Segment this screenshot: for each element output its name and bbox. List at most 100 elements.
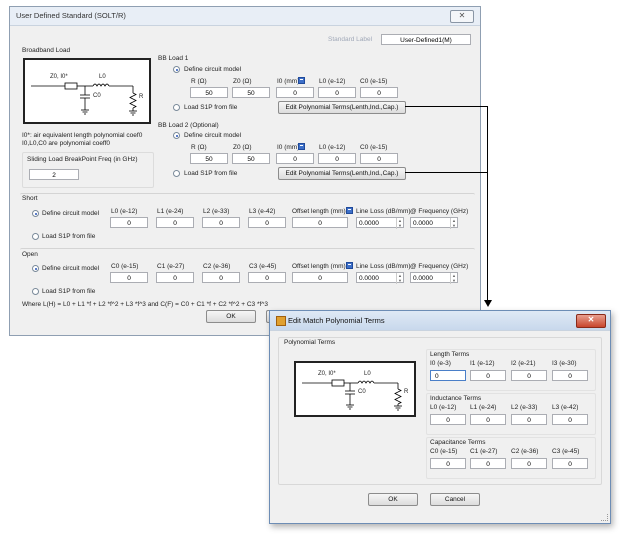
- note-i0: I0*: air equivalent length polynomial co…: [22, 132, 143, 139]
- capacitance-header-c2: C2 (e-36): [511, 448, 539, 455]
- short-l2-input[interactable]: 0: [202, 217, 240, 228]
- open-c0-input[interactable]: 0: [110, 272, 148, 283]
- length-header-i3: I3 (e-30): [552, 360, 577, 367]
- bb1-load-s1p-radio[interactable]: [173, 104, 180, 111]
- capacitance-header-c3: C3 (e-45): [552, 448, 580, 455]
- short-load-s1p-radio[interactable]: [32, 233, 39, 240]
- bb2-r-input[interactable]: 50: [190, 153, 228, 164]
- connector-line-top: [405, 106, 488, 107]
- sliding-load-label: Sliding Load BreakPoint Freq (in GHz): [27, 156, 138, 163]
- dialog-schematic-l0-label: L0: [364, 371, 371, 377]
- inductance-header-l2: L2 (e-33): [511, 404, 538, 411]
- bb1-header-z0: Z0 (Ω): [233, 78, 252, 85]
- short-l1-input[interactable]: 0: [156, 217, 194, 228]
- bb1-i0-input[interactable]: 0: [276, 87, 314, 98]
- open-loss-input[interactable]: 0.0000 ▲ ▼: [356, 272, 404, 284]
- bb2-header-i0: I0 (mm): [277, 144, 300, 151]
- bb2-edit-polynomial-button[interactable]: Edit Polynomial Terms(Lenth,Ind.,Cap.): [278, 167, 406, 180]
- inductance-header-l3: L3 (e-42): [552, 404, 579, 411]
- open-freq-input[interactable]: 0.0000 ▲ ▼: [410, 272, 458, 284]
- inductance-l2-input[interactable]: 0: [511, 414, 547, 425]
- bb2-header-l0: L0 (e-12): [319, 144, 346, 151]
- sliding-load-input[interactable]: 2: [29, 169, 79, 180]
- open-offset-input[interactable]: 0: [292, 272, 348, 283]
- bb2-calculator-icon[interactable]: [298, 143, 305, 150]
- open-header-c2: C2 (e-36): [203, 263, 231, 270]
- inductance-l1-input[interactable]: 0: [470, 414, 506, 425]
- short-freq-spinner[interactable]: ▲ ▼: [450, 218, 457, 229]
- capacitance-terms-label: Capacitance Terms: [430, 439, 486, 446]
- length-i0-input[interactable]: 0: [430, 370, 466, 381]
- capacitance-c1-input[interactable]: 0: [470, 458, 506, 469]
- bb1-define-label: Define circuit model: [184, 66, 242, 73]
- open-c3-input[interactable]: 0: [248, 272, 286, 283]
- open-c1-input[interactable]: 0: [156, 272, 194, 283]
- capacitance-c2-input[interactable]: 0: [511, 458, 547, 469]
- schematic-z0-label: Z0, I0*: [50, 74, 68, 80]
- capacitance-c0-input[interactable]: 0: [430, 458, 466, 469]
- bb1-load-s1p-label: Load S1P from file: [184, 104, 238, 111]
- close-button[interactable]: ✕: [450, 10, 474, 23]
- ok-button[interactable]: OK: [206, 310, 256, 323]
- short-load-s1p-label: Load S1P from file: [42, 233, 96, 240]
- length-header-i1: I1 (e-12): [470, 360, 495, 367]
- bb-load-2-label: BB Load 2 (Optional): [158, 122, 219, 129]
- short-freq-input[interactable]: 0.0000 ▲ ▼: [410, 217, 458, 229]
- short-define-radio[interactable]: [32, 210, 39, 217]
- capacitance-header-c1: C1 (e-27): [470, 448, 498, 455]
- dialog-close-button[interactable]: ✕: [576, 314, 606, 328]
- bb1-z0-input[interactable]: 50: [232, 87, 270, 98]
- inductance-l3-input[interactable]: 0: [552, 414, 588, 425]
- schematic-l0-label: L0: [99, 74, 106, 80]
- bb2-l0-input[interactable]: 0: [318, 153, 356, 164]
- bb2-z0-input[interactable]: 50: [232, 153, 270, 164]
- short-l3-input[interactable]: 0: [248, 217, 286, 228]
- open-define-radio[interactable]: [32, 265, 39, 272]
- bb1-r-input[interactable]: 50: [190, 87, 228, 98]
- bb1-define-radio[interactable]: [173, 66, 180, 73]
- bb2-i0-input[interactable]: 0: [276, 153, 314, 164]
- dialog-schematic-z0-label: Z0, I0*: [318, 371, 336, 377]
- inductance-header-l0: L0 (e-12): [430, 404, 457, 411]
- connector-line-mid: [405, 172, 488, 173]
- dialog-cancel-button[interactable]: Cancel: [430, 493, 480, 506]
- open-header-c0: C0 (e-15): [111, 263, 139, 270]
- short-loss-input[interactable]: 0.0000 ▲ ▼: [356, 217, 404, 229]
- bb1-l0-input[interactable]: 0: [318, 87, 356, 98]
- length-i2-input[interactable]: 0: [511, 370, 547, 381]
- short-loss-spinner[interactable]: ▲ ▼: [396, 218, 403, 229]
- connector-arrowhead: [484, 300, 492, 307]
- bb-load-1-label: BB Load 1: [158, 55, 189, 62]
- short-offset-input[interactable]: 0: [292, 217, 348, 228]
- window-title: User Defined Standard (SOLT/R): [16, 11, 126, 20]
- title-bar: User Defined Standard (SOLT/R) ✕: [10, 7, 480, 26]
- capacitance-c3-input[interactable]: 0: [552, 458, 588, 469]
- open-load-s1p-radio[interactable]: [32, 288, 39, 295]
- short-l0-input[interactable]: 0: [110, 217, 148, 228]
- open-c2-input[interactable]: 0: [202, 272, 240, 283]
- polynomial-dialog: Edit Match Polynomial Terms ✕ Polynomial…: [269, 310, 611, 524]
- bb2-load-s1p-radio[interactable]: [173, 170, 180, 177]
- capacitance-header-c0: C0 (e-15): [430, 448, 458, 455]
- open-freq-spinner[interactable]: ▲ ▼: [450, 273, 457, 284]
- open-calculator-icon[interactable]: [346, 262, 353, 269]
- inductance-l0-input[interactable]: 0: [430, 414, 466, 425]
- bb2-c0-input[interactable]: 0: [360, 153, 398, 164]
- length-i3-input[interactable]: 0: [552, 370, 588, 381]
- sliding-load-group: Sliding Load BreakPoint Freq (in GHz) 2: [22, 152, 154, 188]
- short-calculator-icon[interactable]: [346, 207, 353, 214]
- length-i1-input[interactable]: 0: [470, 370, 506, 381]
- bb1-c0-input[interactable]: 0: [360, 87, 398, 98]
- schematic-c0-label: C0: [93, 93, 101, 99]
- dialog-title: Edit Match Polynomial Terms: [288, 316, 385, 325]
- resize-grip-icon[interactable]: [601, 514, 608, 521]
- standard-label-input[interactable]: User-Defined1(M): [381, 34, 471, 45]
- bb1-calculator-icon[interactable]: [298, 77, 305, 84]
- bb1-edit-polynomial-button[interactable]: Edit Polynomial Terms(Lenth,Ind.,Cap.): [278, 101, 406, 114]
- open-loss-value: 0.0000: [359, 275, 379, 282]
- dialog-schematic-r-label: R: [404, 389, 409, 395]
- open-header-loss: Line Loss (dB/mm): [356, 263, 411, 270]
- dialog-ok-button[interactable]: OK: [368, 493, 418, 506]
- open-loss-spinner[interactable]: ▲ ▼: [396, 273, 403, 284]
- bb2-define-radio[interactable]: [173, 132, 180, 139]
